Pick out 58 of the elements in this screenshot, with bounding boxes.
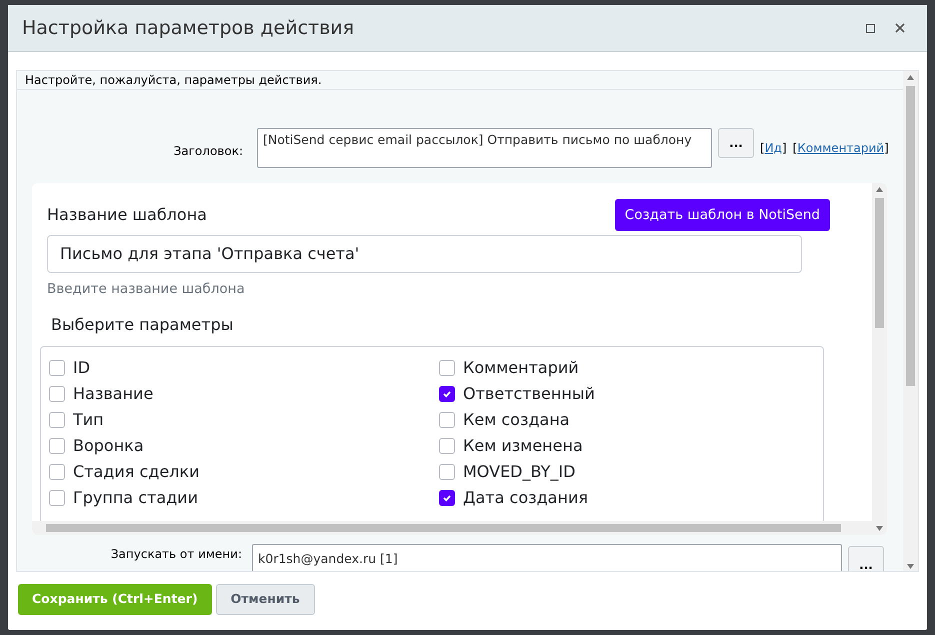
checkbox[interactable] xyxy=(49,464,65,480)
checkbox-label: Тип xyxy=(73,409,104,432)
checkbox-label: Стадия сделки xyxy=(73,461,200,484)
scroll-up-icon[interactable] xyxy=(876,187,883,192)
browse-button[interactable]: ... xyxy=(718,128,754,158)
title-field[interactable]: [NotiSend сервис email рассылок] Отправить письмо по шаблону xyxy=(257,128,712,168)
close-icon[interactable] xyxy=(895,23,905,33)
check-icon xyxy=(442,493,452,504)
scroll-down-icon[interactable] xyxy=(876,526,883,531)
bracket: ] xyxy=(884,140,889,157)
checkbox[interactable] xyxy=(439,464,455,480)
field-label: Запускать от имени: xyxy=(110,546,243,563)
checkbox[interactable] xyxy=(439,360,455,376)
field-label: Заголовок: xyxy=(172,143,244,160)
checkbox-label: Комментарий xyxy=(463,357,579,380)
template-name-field[interactable]: Письмо для этапа 'Отправка счета' xyxy=(47,235,802,273)
check-icon xyxy=(442,389,452,400)
bracket: [ xyxy=(792,140,798,157)
create-template-button[interactable]: Создать шаблон в NotiSend xyxy=(614,199,830,231)
bracket: ] xyxy=(782,140,787,157)
checkbox-label: ID xyxy=(73,357,90,380)
cancel-button[interactable]: Отменить xyxy=(216,584,315,615)
checkbox-label: Группа стадии xyxy=(73,487,198,510)
checkbox[interactable] xyxy=(49,490,65,506)
scroll-thumb[interactable] xyxy=(875,198,884,328)
section-heading: Выберите параметры xyxy=(51,314,234,336)
checkbox-label: Ответственный xyxy=(463,383,595,406)
intro-text: Настройте, пожалуйста, параметры действия. xyxy=(25,72,322,89)
window-title: Настройка параметров действия xyxy=(22,16,356,41)
scrollbar[interactable] xyxy=(872,183,887,535)
checkbox[interactable] xyxy=(49,412,65,428)
checkbox[interactable] xyxy=(439,386,455,402)
checkbox[interactable] xyxy=(439,412,455,428)
scroll-thumb[interactable] xyxy=(906,86,915,386)
checkbox-label: Название xyxy=(73,383,154,406)
browse-button[interactable]: ... xyxy=(848,546,884,571)
link[interactable]: Ид xyxy=(764,139,782,157)
checkbox[interactable] xyxy=(439,490,455,506)
checkbox-label: MOVED_BY_ID xyxy=(463,461,576,484)
checkbox-label: Кем изменена xyxy=(463,435,583,458)
link[interactable]: Комментарий xyxy=(797,139,884,157)
checkbox-label: Дата создания xyxy=(463,487,588,510)
checkbox[interactable] xyxy=(49,386,65,402)
field-hint: Введите название шаблона xyxy=(47,280,246,299)
run-as-field[interactable]: k0r1sh@yandex.ru [1] xyxy=(252,544,842,571)
checkbox-label: Кем создана xyxy=(463,409,570,432)
checkbox-label: Воронка xyxy=(73,435,144,458)
section-heading: Название шаблона xyxy=(47,204,207,226)
scroll-up-icon[interactable] xyxy=(907,75,914,80)
checkbox[interactable] xyxy=(49,360,65,376)
maximize-icon[interactable] xyxy=(866,24,875,32)
horizontal-scrollbar[interactable] xyxy=(32,521,872,535)
scroll-down-icon[interactable] xyxy=(907,564,914,569)
checkbox[interactable] xyxy=(49,438,65,454)
scrollbar[interactable] xyxy=(903,71,918,571)
scroll-thumb[interactable] xyxy=(46,524,841,532)
bracket: [ xyxy=(760,140,765,157)
checkbox[interactable] xyxy=(439,438,455,454)
